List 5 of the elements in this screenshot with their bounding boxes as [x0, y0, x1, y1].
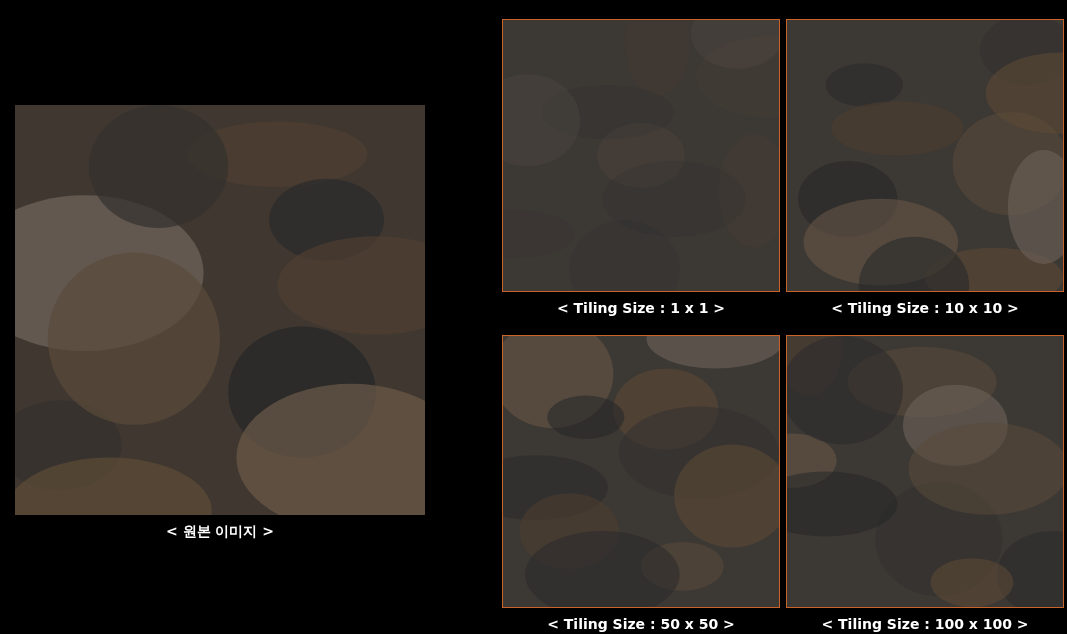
image-caption: < Tiling Size : 1 x 1 >: [556, 300, 726, 316]
image-caption: < Tiling Size : 10 x 10 >: [831, 300, 1019, 316]
image-caption: < Tiling Size : 100 x 100 >: [821, 616, 1029, 632]
image-caption: < Tiling Size : 50 x 50 >: [547, 616, 735, 632]
image-caption: < 원본 이미지 >: [165, 523, 275, 541]
